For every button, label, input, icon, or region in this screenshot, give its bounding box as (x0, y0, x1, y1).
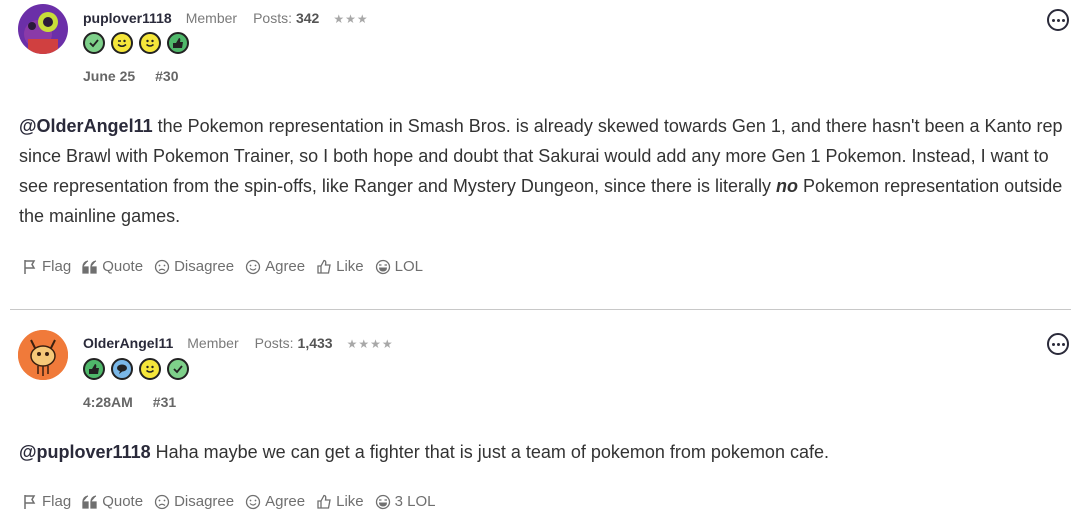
flag-button[interactable]: Flag (22, 493, 71, 510)
posts-label: Posts: (253, 10, 292, 26)
laugh-icon (375, 259, 390, 274)
lol-label: LOL (394, 258, 424, 275)
flag-icon (24, 259, 36, 274)
dot-icon (1051, 342, 1055, 346)
disagree-label: Disagree (174, 493, 235, 510)
username[interactable]: OlderAngel11 (83, 335, 173, 351)
quote-label: Quote (102, 258, 144, 275)
user-meta: puplover1118 Member Posts: 342 ★★★ (83, 10, 369, 26)
post-30: puplover1118 Member Posts: 342 ★★★ June … (0, 0, 1081, 310)
post-dateline: 4:28AM #31 (83, 394, 176, 410)
user-role: Member (185, 10, 238, 26)
user-meta: OlderAngel11 Member Posts: 1,433 ★★★★ (83, 335, 394, 351)
quote-label: Quote (102, 493, 144, 510)
thumbs-up-badge-icon (167, 32, 189, 54)
post-divider (10, 309, 1071, 310)
post-number[interactable]: #30 (155, 68, 178, 84)
smile-icon (245, 259, 261, 274)
quote-button[interactable]: Quote (82, 493, 143, 510)
like-label: Like (336, 493, 364, 510)
post-actions: Flag Quote Disagree Agree Like 3 LOL (22, 493, 447, 510)
avatar-olderangel11[interactable] (18, 330, 68, 380)
smile-icon (245, 494, 261, 509)
lol-label: 3 LOL (394, 493, 436, 510)
smile-badge-icon (139, 358, 161, 380)
like-button[interactable]: Like (316, 493, 364, 510)
flag-icon (24, 494, 36, 509)
post-menu-button[interactable] (1047, 9, 1069, 31)
post-actions: Flag Quote Disagree Agree Like LOL (22, 258, 434, 275)
dot-icon (1051, 18, 1055, 22)
thumbs-up-badge-icon (83, 358, 105, 380)
checkmark-badge-icon (83, 32, 105, 54)
flag-label: Flag (42, 493, 72, 510)
username[interactable]: puplover1118 (83, 10, 172, 26)
posts-count: 342 (295, 10, 320, 26)
rank-stars: ★★★ (333, 12, 369, 26)
post-31: OlderAngel11 Member Posts: 1,433 ★★★★ 4:… (0, 311, 1081, 522)
post-text: Haha maybe we can get a fighter that is … (150, 442, 829, 462)
checkmark-badge-icon (167, 358, 189, 380)
post-dateline: June 25 #30 (83, 68, 179, 84)
emphasis-text: no (776, 176, 799, 196)
frown-icon (154, 259, 170, 274)
posts-label: Posts: (254, 335, 294, 351)
agree-label: Agree (265, 258, 306, 275)
agree-button[interactable]: Agree (245, 258, 305, 275)
quote-icon (82, 259, 97, 274)
badge-row (83, 32, 189, 54)
flag-label: Flag (42, 258, 72, 275)
disagree-label: Disagree (174, 258, 235, 275)
smile-badge-icon (139, 32, 161, 54)
thumbs-up-icon (317, 494, 331, 509)
frown-icon (154, 494, 170, 509)
mention-link[interactable]: @OlderAngel11 (19, 116, 153, 136)
wink-badge-icon (111, 32, 133, 54)
speech-bubble-badge-icon (111, 358, 133, 380)
user-role: Member (187, 335, 239, 351)
post-date[interactable]: 4:28AM (83, 394, 133, 410)
post-body: @puplover1118 Haha maybe we can get a fi… (19, 437, 1069, 467)
lol-button[interactable]: LOL (375, 258, 423, 275)
disagree-button[interactable]: Disagree (154, 258, 234, 275)
rank-stars: ★★★★ (346, 337, 394, 351)
thumbs-up-icon (317, 259, 331, 274)
badge-row (83, 358, 189, 380)
laugh-icon (375, 494, 390, 509)
post-menu-button[interactable] (1047, 333, 1069, 355)
agree-label: Agree (265, 493, 306, 510)
dot-icon (1061, 18, 1065, 22)
dot-icon (1056, 18, 1060, 22)
like-label: Like (336, 258, 364, 275)
post-date[interactable]: June 25 (83, 68, 135, 84)
post-body: @OlderAngel11 the Pokemon representation… (19, 111, 1069, 231)
dot-icon (1061, 342, 1065, 346)
agree-button[interactable]: Agree (245, 493, 305, 510)
flag-button[interactable]: Flag (22, 258, 71, 275)
like-button[interactable]: Like (316, 258, 364, 275)
quote-icon (82, 494, 97, 509)
avatar-puplover1118[interactable] (18, 4, 68, 54)
lol-button[interactable]: 3 LOL (375, 493, 436, 510)
mention-link[interactable]: @puplover1118 (19, 442, 151, 462)
quote-button[interactable]: Quote (82, 258, 143, 275)
disagree-button[interactable]: Disagree (154, 493, 234, 510)
dot-icon (1056, 342, 1060, 346)
posts-count: 1,433 (297, 335, 333, 351)
post-number[interactable]: #31 (153, 394, 176, 410)
